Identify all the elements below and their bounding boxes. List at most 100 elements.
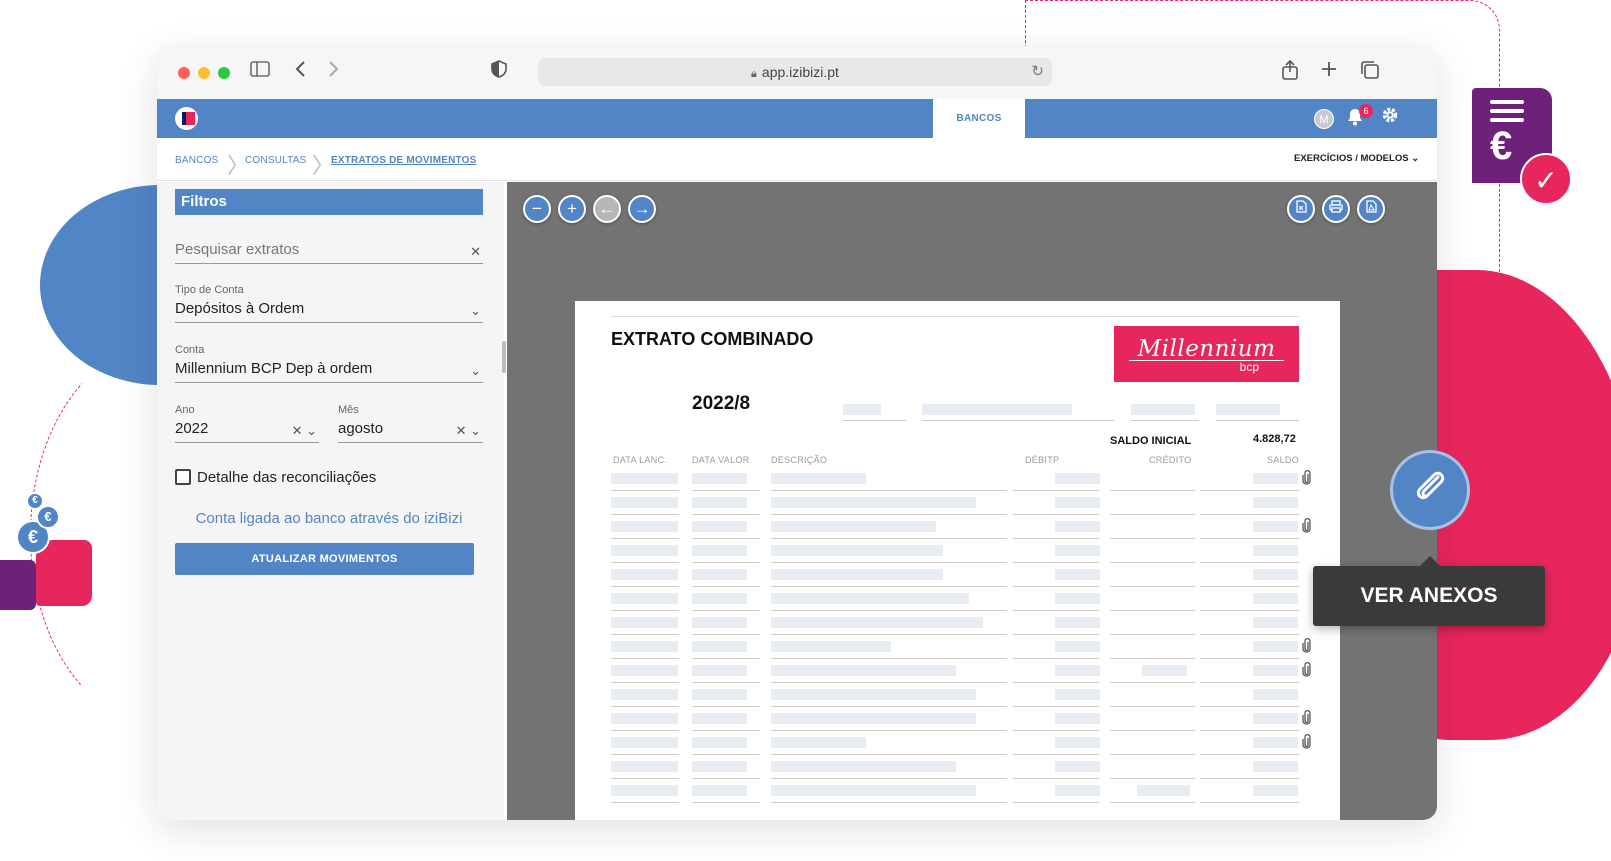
divider xyxy=(922,420,1114,421)
redacted-cell xyxy=(1253,593,1298,604)
divider xyxy=(1131,420,1199,421)
row-divider xyxy=(1110,586,1195,587)
privacy-shield-icon[interactable] xyxy=(491,60,507,84)
column-header-data-lanc: DATA LANC. xyxy=(613,455,668,465)
reload-icon[interactable]: ↻ xyxy=(1031,58,1044,86)
column-header-saldo: SALDO xyxy=(1267,455,1300,465)
clear-icon[interactable]: ✕ xyxy=(470,244,481,260)
row-divider xyxy=(1013,538,1099,539)
attachment-paperclip-icon[interactable] xyxy=(1302,662,1311,680)
redacted-cell xyxy=(771,473,866,484)
breadcrumb-extratos[interactable]: EXTRATOS DE MOVIMENTOS xyxy=(331,155,477,166)
row-divider xyxy=(611,706,679,707)
redacted-cell xyxy=(692,665,747,676)
redacted-cell xyxy=(1253,521,1298,532)
breadcrumb-consultas[interactable]: CONSULTAS xyxy=(245,155,306,166)
sidebar-toggle-icon[interactable] xyxy=(250,60,270,84)
redacted-cell xyxy=(771,521,936,532)
redacted-cell xyxy=(1253,737,1298,748)
row-divider xyxy=(1110,802,1195,803)
row-divider xyxy=(692,490,760,491)
row-divider xyxy=(1110,706,1195,707)
row-divider xyxy=(692,658,760,659)
notification-badge: 6 xyxy=(1359,104,1373,118)
row-divider xyxy=(1013,634,1099,635)
conta-select[interactable]: Conta Millennium BCP Dep à ordem ⌄ xyxy=(175,344,483,383)
millennium-bcp-logo: Millennium bcp xyxy=(1114,326,1299,382)
forward-icon[interactable] xyxy=(326,60,340,84)
redacted-cell xyxy=(611,545,678,556)
izibizi-logo[interactable] xyxy=(175,107,198,130)
zoom-out-button[interactable]: − xyxy=(523,195,551,223)
tab-overview-icon[interactable] xyxy=(1360,60,1380,86)
next-button[interactable]: → xyxy=(628,195,656,223)
print-button[interactable] xyxy=(1322,195,1350,223)
clear-chevron-icon[interactable]: ✕ ⌄ xyxy=(292,423,317,439)
redacted-cell xyxy=(692,521,747,532)
redacted-cell xyxy=(1055,665,1100,676)
paperclip-icon[interactable] xyxy=(1390,450,1470,530)
redacted-cell xyxy=(1055,737,1100,748)
attachment-paperclip-icon[interactable] xyxy=(1302,518,1311,536)
new-tab-icon[interactable] xyxy=(1321,60,1337,84)
divider xyxy=(843,420,906,421)
redacted-cell xyxy=(611,665,678,676)
exercicios-menu[interactable]: EXERCÍCIOS / MODELOS ⌄ xyxy=(1294,153,1419,164)
row-divider xyxy=(611,562,679,563)
detalhe-reconciliacoes-checkbox[interactable]: Detalhe das reconciliações xyxy=(175,469,376,486)
row-divider xyxy=(692,538,760,539)
zoom-in-button[interactable]: + xyxy=(558,195,586,223)
lock-icon: 🔒︎ xyxy=(751,68,757,80)
redacted-cell xyxy=(692,545,747,556)
atualizar-movimentos-button[interactable]: ATUALIZAR MOVIMENTOS xyxy=(175,543,474,575)
minimize-window-button[interactable] xyxy=(198,67,210,79)
panel-resize-handle[interactable] xyxy=(502,341,506,373)
redacted-cell xyxy=(611,569,678,580)
checkbox-box[interactable] xyxy=(175,469,191,485)
export-excel-button[interactable] xyxy=(1287,195,1315,223)
attachment-paperclip-icon[interactable] xyxy=(1302,710,1311,728)
close-window-button[interactable] xyxy=(178,67,190,79)
back-icon[interactable] xyxy=(294,60,308,84)
address-bar[interactable]: 🔒︎ app.izibizi.pt ↻ xyxy=(538,58,1052,86)
search-input[interactable]: Pesquisar extratos ✕ xyxy=(175,240,483,264)
chevron-down-icon: ⌄ xyxy=(1411,153,1420,164)
row-divider xyxy=(771,802,1007,803)
row-divider xyxy=(1013,610,1099,611)
share-icon[interactable] xyxy=(1281,59,1299,86)
row-divider xyxy=(1013,514,1099,515)
row-divider xyxy=(771,562,1007,563)
row-divider xyxy=(1200,730,1299,731)
previous-button[interactable]: ← xyxy=(593,195,621,223)
row-divider xyxy=(1013,658,1099,659)
tab-bancos[interactable]: BANCOS xyxy=(933,99,1025,138)
row-divider xyxy=(1110,562,1195,563)
linked-bank-link[interactable]: Conta ligada ao banco através do iziBizi xyxy=(175,510,483,527)
attachment-paperclip-icon[interactable] xyxy=(1302,734,1311,752)
attachment-paperclip-icon[interactable] xyxy=(1302,638,1311,656)
receipt-lines xyxy=(1490,100,1524,104)
tipo-conta-select[interactable]: Tipo de Conta Depósitos à Ordem ⌄ xyxy=(175,284,483,323)
redacted-cell xyxy=(611,593,678,604)
redacted-cell xyxy=(1055,593,1100,604)
row-divider xyxy=(611,682,679,683)
gear-icon[interactable] xyxy=(1381,106,1399,130)
redacted-cell xyxy=(771,737,866,748)
redacted-cell xyxy=(611,737,678,748)
clear-chevron-icon[interactable]: ✕ ⌄ xyxy=(456,423,481,439)
ano-select[interactable]: Ano 2022 ✕ ⌄ xyxy=(175,404,319,443)
row-divider xyxy=(771,658,1007,659)
user-avatar[interactable]: M xyxy=(1314,109,1334,129)
redacted-cell xyxy=(611,497,678,508)
row-divider xyxy=(1200,562,1299,563)
redacted-cell xyxy=(1253,641,1298,652)
mes-select[interactable]: Mês agosto ✕ ⌄ xyxy=(338,404,483,443)
maximize-window-button[interactable] xyxy=(218,67,230,79)
export-pdf-button[interactable] xyxy=(1357,195,1385,223)
pdf-file-icon xyxy=(1365,200,1377,213)
breadcrumb-bancos[interactable]: BANCOS xyxy=(175,155,218,166)
redacted-cell xyxy=(692,737,747,748)
row-divider xyxy=(1200,610,1299,611)
attachment-paperclip-icon[interactable] xyxy=(1302,470,1311,488)
redacted-cell xyxy=(771,665,956,676)
